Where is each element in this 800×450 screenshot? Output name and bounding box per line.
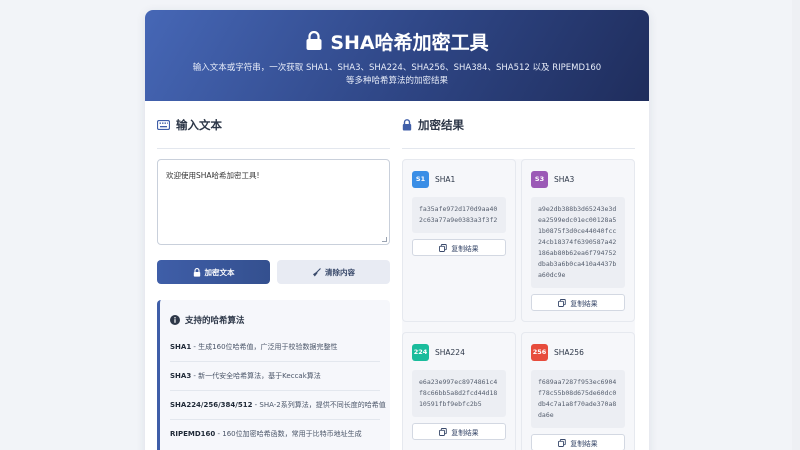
list-item: RIPEMD160 - 160位加密哈希函数，常用于比特币地址生成 [170,420,380,449]
encrypt-button[interactable]: 加密文本 [157,260,270,284]
copy-button[interactable]: 复制结果 [412,239,506,256]
algorithm-desc: - 160位加密哈希函数，常用于比特币地址生成 [215,430,362,438]
result-card-sha224: 224 SHA224 e6a23e997ec8974861c4f8c66bb5a… [402,332,516,450]
hash-output: f689aa7287f953ec6904f78c55b08d675de60dc0… [531,370,625,428]
result-header: S1 SHA1 [412,170,506,188]
encrypt-button-label: 加密文本 [204,267,235,277]
header-banner: SHA哈希加密工具 输入文本或字符串，一次获取 SHA1、SHA3、SHA224… [145,10,649,101]
copy-button[interactable]: 复制结果 [531,294,625,311]
result-card-sha256: 256 SHA256 f689aa7287f953ec6904f78c55b08… [521,332,635,450]
content-columns: 输入文本 加密文本 清 [145,101,649,450]
input-section-title: 输入文本 [157,101,390,149]
copy-button-label: 复制结果 [451,428,479,437]
algorithm-name: SHA224/256/384/512 [170,401,253,409]
list-item: SHA3 - 新一代安全哈希算法，基于Keccak算法 [170,362,380,391]
subtitle-line-1: 输入文本或字符串，一次获取 SHA1、SHA3、SHA224、SHA256、SH… [192,63,602,73]
lock-icon [193,267,200,277]
page-scrollbar[interactable] [792,0,800,450]
page-title: SHA哈希加密工具 [145,28,649,54]
copy-button-label: 复制结果 [570,439,598,448]
result-card-sha1: S1 SHA1 fa35afe972d170d9aa402c63a77a9e03… [402,159,516,322]
page-subtitle: 输入文本或字符串，一次获取 SHA1、SHA3、SHA224、SHA256、SH… [145,62,649,88]
algorithm-name: RIPEMD160 [170,430,216,438]
broom-icon [313,267,321,276]
results-grid: S1 SHA1 fa35afe972d170d9aa402c63a77a9e03… [402,159,635,450]
copy-button[interactable]: 复制结果 [412,423,506,440]
algorithm-desc: - 新一代安全哈希算法，基于Keccak算法 [191,372,321,380]
algorithm-desc: - 生成160位哈希值，广泛用于校验数据完整性 [191,343,338,351]
result-header: 224 SHA224 [412,343,506,361]
subtitle-line-2: 等多种哈希算法的加密结果 [345,76,448,86]
main-card: SHA哈希加密工具 输入文本或字符串，一次获取 SHA1、SHA3、SHA224… [145,10,649,450]
algorithm-name: SHA224 [435,347,465,357]
action-buttons: 加密文本 清除内容 [157,260,390,284]
algorithm-name: SHA3 [170,372,192,380]
text-input[interactable] [157,159,390,245]
copy-icon [558,298,567,307]
copy-button-label: 复制结果 [451,244,479,253]
results-section-label: 加密结果 [418,117,464,132]
result-card-sha3: S3 SHA3 a9e2db388b3d65243e3dea2599edc01e… [521,159,635,322]
copy-icon [439,427,448,436]
info-title: 支持的哈希算法 [170,313,380,327]
result-header: S3 SHA3 [531,170,625,188]
algorithm-name: SHA3 [554,174,575,184]
algorithm-badge: S3 [531,170,548,188]
algorithm-name: SHA1 [170,343,192,351]
list-item: SHA1 - 生成160位哈希值，广泛用于校验数据完整性 [170,333,380,362]
result-header: 256 SHA256 [531,343,625,361]
copy-button-label: 复制结果 [570,299,598,308]
lock-icon [402,118,412,130]
input-section-label: 输入文本 [176,117,222,132]
list-item: SHA224/256/384/512 - SHA-2系列算法，提供不同长度的哈希… [170,391,386,420]
resize-handle[interactable] [382,237,387,242]
textarea-wrapper [157,159,390,245]
algorithm-badge: S1 [412,170,429,188]
copy-icon [439,243,448,252]
info-icon [170,315,180,325]
algorithm-desc: - SHA-2系列算法，提供不同长度的哈希值 [252,401,386,409]
page-title-text: SHA哈希加密工具 [330,31,489,54]
algorithm-badge: 256 [531,343,548,361]
hash-output: a9e2db388b3d65243e3dea2599edc01ec00128a5… [531,197,625,288]
copy-button[interactable]: 复制结果 [531,434,625,450]
copy-icon [558,438,567,447]
algorithm-name: SHA256 [554,347,584,357]
algorithm-info-box: 支持的哈希算法 SHA1 - 生成160位哈希值，广泛用于校验数据完整性 SHA… [157,300,390,450]
hash-output: e6a23e997ec8974861c4f8c66bb5a8d2fcd44d18… [412,370,506,417]
clear-button[interactable]: 清除内容 [277,260,390,284]
clear-button-label: 清除内容 [325,267,355,277]
algorithm-name: SHA1 [435,174,456,184]
results-column: 加密结果 S1 SHA1 fa35afe972d170d9aa402c63a77… [402,101,635,450]
keyboard-icon [157,119,170,130]
input-column: 输入文本 加密文本 清 [157,101,390,450]
algorithm-badge: 224 [412,343,429,361]
algorithm-list: SHA1 - 生成160位哈希值，广泛用于校验数据完整性 SHA3 - 新一代安… [170,333,386,449]
lock-icon [306,31,322,50]
hash-output: fa35afe972d170d9aa402c63a77a9e0383a3f3f2 [412,197,506,233]
results-section-title: 加密结果 [402,101,635,149]
info-title-text: 支持的哈希算法 [185,316,245,326]
